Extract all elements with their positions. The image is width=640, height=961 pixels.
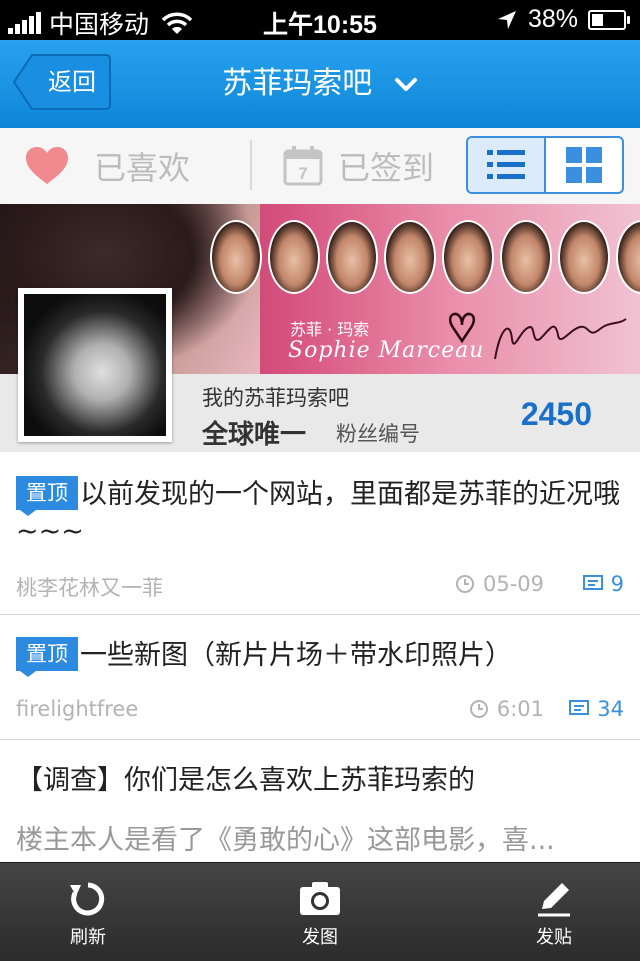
avatar-photo <box>24 294 166 436</box>
divider <box>250 140 252 190</box>
comment-count: 34 <box>569 697 624 721</box>
signed-in-button[interactable]: 7 已签到 <box>282 128 434 204</box>
post-title: 【调查】你们是怎么喜欢上苏菲玛索的 <box>16 765 475 796</box>
status-bar: 中国移动 上午10:55 38% <box>0 0 640 40</box>
post-item[interactable]: 【调查】你们是怎么喜欢上苏菲玛索的 楼主本人是看了《勇敢的心》这部电影，喜... <box>0 740 640 862</box>
pencil-icon <box>538 883 570 917</box>
battery-fill <box>592 13 603 26</box>
page-title: 苏菲玛索吧 <box>222 66 373 101</box>
post-title-line: 置顶 一些新图（新片片场＋带水印照片） <box>16 637 624 677</box>
comment-icon <box>569 700 590 715</box>
bottom-toolbar: 刷新 发图 发贴 <box>0 862 640 961</box>
post-author: firelightfree <box>16 697 139 721</box>
liked-button[interactable]: 已喜欢 <box>24 128 190 204</box>
camera-icon <box>300 882 340 915</box>
post-author: 桃李花林又一菲 <box>16 576 163 600</box>
comment-count-value: 9 <box>610 572 624 596</box>
post-time-value: 05-09 <box>482 572 544 596</box>
list-view-icon <box>487 150 525 179</box>
liked-label: 已喜欢 <box>94 149 191 187</box>
banner-face <box>384 220 436 294</box>
navigation-bar: 返回 苏菲玛索吧 <box>0 40 640 129</box>
action-bar: 已喜欢 7 已签到 <box>0 128 640 205</box>
post-label: 发贴 <box>536 927 572 948</box>
unique-label: 全球唯一 <box>202 420 307 450</box>
fan-number-label: 粉丝编号 <box>336 422 420 446</box>
comment-count-value: 34 <box>597 697 624 721</box>
location-arrow-icon <box>497 10 516 29</box>
signature-icon <box>448 312 627 360</box>
heart-icon <box>26 147 68 184</box>
my-forum-label: 我的苏菲玛索吧 <box>202 386 349 410</box>
banner-face <box>442 220 494 294</box>
signed-label: 已签到 <box>338 149 435 187</box>
banner-face <box>500 220 552 294</box>
battery-percent: 38% <box>527 5 578 33</box>
photo-label: 发图 <box>302 927 338 948</box>
comment-icon <box>582 575 603 590</box>
post-time: 05-09 <box>455 572 544 596</box>
forum-avatar[interactable] <box>18 288 172 442</box>
banner-face <box>558 220 610 294</box>
post-title-line: 置顶 以前发现的一个网站，里面都是苏菲的近况哦~~~ <box>16 476 624 550</box>
post-photo-button[interactable]: 发图 <box>260 863 380 961</box>
post-item[interactable]: 置顶 一些新图（新片片场＋带水印照片） firelightfree 6:01 34 <box>0 615 640 740</box>
banner-face <box>210 220 262 294</box>
banner-face <box>326 220 378 294</box>
post-title: 一些新图（新片片场＋带水印照片） <box>80 640 512 671</box>
post-snippet: 楼主本人是看了《勇敢的心》这部电影，喜... <box>16 825 555 856</box>
banner-name-cn: 苏菲 · 玛索 <box>290 320 370 339</box>
post-time-value: 6:01 <box>496 697 544 721</box>
post-time: 6:01 <box>469 697 544 721</box>
grid-view-icon <box>566 147 602 183</box>
refresh-icon <box>70 882 105 916</box>
refresh-button[interactable]: 刷新 <box>28 863 148 961</box>
refresh-label: 刷新 <box>70 927 106 948</box>
pinned-tag: 置顶 <box>16 476 78 516</box>
grid-view-button[interactable] <box>546 138 622 192</box>
pinned-tag: 置顶 <box>16 637 78 677</box>
clock-icon <box>469 700 488 718</box>
post-item[interactable]: 置顶 以前发现的一个网站，里面都是苏菲的近况哦~~~ 桃李花林又一菲 05-09 … <box>0 452 640 615</box>
fan-number: 2450 <box>520 396 592 432</box>
banner-photo-strip <box>210 220 640 294</box>
calendar-day: 7 <box>298 164 307 183</box>
banner-face <box>616 220 640 294</box>
post-title: 以前发现的一个网站，里面都是苏菲的近况哦~~~ <box>16 479 620 547</box>
chevron-down-icon <box>394 77 417 91</box>
new-post-button[interactable]: 发贴 <box>494 863 614 961</box>
battery-icon <box>588 9 630 30</box>
list-view-button[interactable] <box>468 138 546 192</box>
clock-icon <box>455 575 474 593</box>
forum-title-dropdown[interactable]: 苏菲玛索吧 <box>0 40 640 128</box>
view-mode-toggle <box>466 136 624 194</box>
comment-count: 9 <box>582 572 624 596</box>
banner-face <box>268 220 320 294</box>
calendar-icon: 7 <box>283 146 323 186</box>
